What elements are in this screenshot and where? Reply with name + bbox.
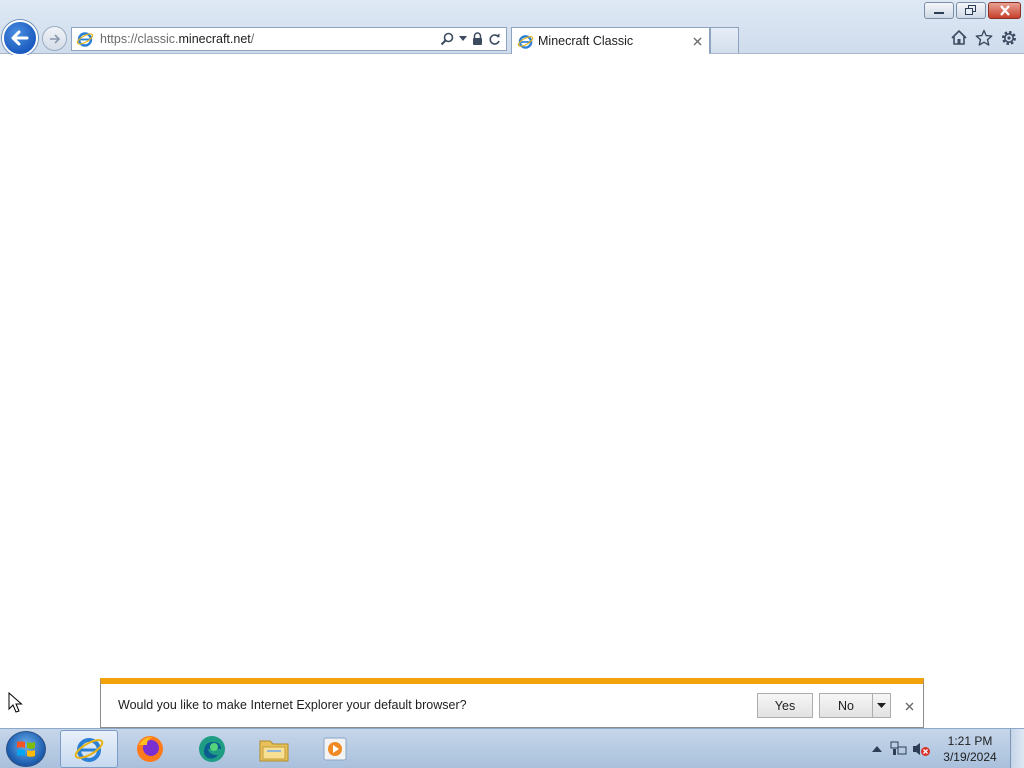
system-tray: 1:21 PM 3/19/2024 bbox=[866, 729, 1024, 768]
forward-button[interactable] bbox=[42, 26, 67, 51]
taskbar-file-explorer[interactable] bbox=[245, 730, 303, 768]
firefox-icon bbox=[137, 736, 163, 762]
folder-icon bbox=[259, 740, 289, 762]
browser-tab[interactable]: Minecraft Classic bbox=[511, 27, 710, 54]
start-button[interactable] bbox=[6, 731, 46, 767]
internet-explorer-icon bbox=[74, 738, 104, 762]
new-tab-button[interactable] bbox=[710, 27, 739, 53]
media-player-icon bbox=[323, 737, 347, 761]
forward-arrow-icon bbox=[49, 33, 60, 44]
no-button[interactable]: No bbox=[819, 693, 873, 718]
settings-gear-icon[interactable] bbox=[999, 28, 1018, 47]
show-hidden-icons-chevron-icon[interactable] bbox=[866, 738, 888, 760]
url-text: https://classic.minecraft.net/ bbox=[100, 32, 255, 46]
back-button[interactable] bbox=[2, 20, 38, 56]
back-arrow-icon bbox=[11, 30, 29, 46]
close-icon bbox=[693, 37, 701, 45]
taskbar-internet-explorer[interactable] bbox=[60, 730, 118, 768]
close-icon bbox=[999, 5, 1010, 16]
show-desktop-button[interactable] bbox=[1010, 729, 1024, 768]
page-content bbox=[0, 55, 1024, 678]
taskbar: 1:21 PM 3/19/2024 bbox=[0, 728, 1024, 768]
edge-icon bbox=[199, 736, 225, 762]
search-icon[interactable] bbox=[440, 32, 454, 46]
chevron-down-icon bbox=[877, 702, 886, 708]
clock[interactable]: 1:21 PM 3/19/2024 bbox=[932, 733, 1008, 765]
tab-title: Minecraft Classic bbox=[538, 34, 634, 48]
refresh-icon[interactable] bbox=[488, 33, 501, 46]
address-bar[interactable]: https://classic.minecraft.net/ bbox=[71, 27, 507, 51]
ie-page-icon bbox=[76, 32, 94, 47]
lock-icon[interactable] bbox=[472, 32, 483, 46]
restore-icon bbox=[965, 5, 976, 15]
browser-toolbar-right bbox=[949, 28, 1018, 47]
taskbar-firefox[interactable] bbox=[121, 730, 179, 768]
chevron-down-icon[interactable] bbox=[459, 36, 467, 42]
restore-button[interactable] bbox=[956, 2, 986, 19]
taskbar-edge[interactable] bbox=[183, 730, 241, 768]
no-options-dropdown[interactable] bbox=[872, 693, 891, 718]
taskbar-media-player[interactable] bbox=[307, 730, 365, 768]
minimize-icon bbox=[934, 11, 944, 14]
home-icon[interactable] bbox=[949, 28, 968, 47]
notification-close-button[interactable] bbox=[901, 698, 917, 714]
clock-date: 3/19/2024 bbox=[943, 750, 997, 764]
volume-muted-icon[interactable] bbox=[910, 738, 932, 760]
yes-button[interactable]: Yes bbox=[757, 693, 813, 718]
browser-chrome: https://classic.minecraft.net/ Minecraft… bbox=[0, 0, 1024, 56]
windows-logo-icon bbox=[17, 741, 35, 757]
mouse-cursor-icon bbox=[8, 692, 23, 713]
close-window-button[interactable] bbox=[988, 2, 1021, 19]
address-bar-tools bbox=[440, 32, 506, 46]
close-icon bbox=[905, 702, 913, 710]
notification-message: Would you like to make Internet Explorer… bbox=[118, 698, 467, 712]
default-browser-notification: Would you like to make Internet Explorer… bbox=[100, 678, 924, 728]
network-icon[interactable] bbox=[888, 738, 910, 760]
tab-close-button[interactable] bbox=[689, 33, 705, 49]
window-controls bbox=[924, 2, 1021, 19]
favorites-star-icon[interactable] bbox=[974, 28, 993, 47]
ie-tab-icon bbox=[517, 34, 534, 49]
minimize-button[interactable] bbox=[924, 2, 954, 19]
clock-time: 1:21 PM bbox=[947, 734, 993, 748]
